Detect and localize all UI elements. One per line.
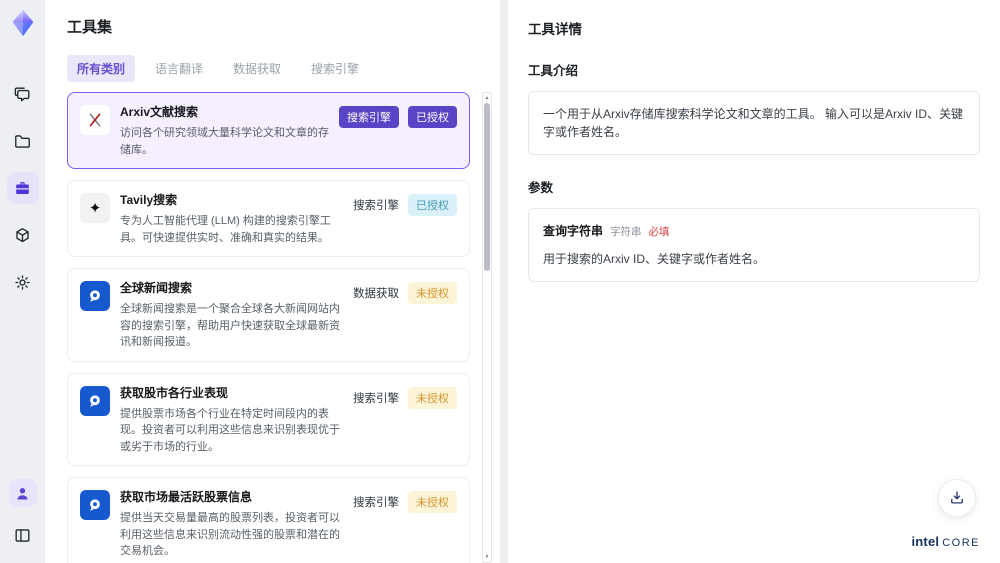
auth-status-badge: 未授权: [408, 491, 457, 513]
params-heading: 参数: [528, 181, 554, 195]
detail-title: 工具详情: [528, 22, 582, 37]
tab-all-categories[interactable]: 所有类别: [67, 55, 136, 82]
scroll-down-arrow[interactable]: ▼: [485, 554, 490, 560]
category-tabs: 所有类别 语言翻译 数据获取 搜索引擎: [67, 55, 500, 82]
tab-data-fetch[interactable]: 数据获取: [223, 55, 291, 82]
tool-description: 访问各个研究领域大量科学论文和文章的存储库。: [120, 127, 329, 156]
auth-status-badge: 未授权: [408, 282, 457, 304]
tool-detail-panel: 工具详情 工具介绍 一个用于从Arxiv存储库搜索科学论文和文章的工具。 输入可…: [508, 0, 1000, 563]
sidebar-bottom: [7, 479, 39, 551]
briefcase-icon: [16, 181, 29, 194]
tool-list-panel: 工具集 所有类别 语言翻译 数据获取 搜索引擎 Arxiv文献搜索 访问各个研究…: [45, 0, 500, 563]
tool-description: 全球新闻搜索是一个聚合全球各大新闻网站内容的搜索引擎，帮助用户快速获取全球最新资…: [120, 303, 340, 348]
tool-card-global-news[interactable]: 全球新闻搜索 全球新闻搜索是一个聚合全球各大新闻网站内容的搜索引擎，帮助用户快速…: [67, 268, 470, 362]
gear-icon: [15, 274, 30, 290]
category-label: 数据获取: [353, 288, 399, 300]
panel-layout-icon: [15, 528, 30, 542]
tab-language-translation[interactable]: 语言翻译: [145, 55, 213, 82]
tab-search-engine[interactable]: 搜索引擎: [301, 55, 369, 82]
tool-title: Arxiv文献搜索: [120, 105, 199, 119]
scrollbar-thumb[interactable]: [484, 103, 490, 271]
download-icon: [951, 491, 963, 504]
page-title: 工具集: [67, 19, 113, 36]
tool-title: 获取股市各行业表现: [120, 385, 229, 400]
auth-status-badge: 已授权: [408, 106, 457, 128]
param-type: 字符串: [610, 226, 642, 238]
category-label: 搜索引擎: [353, 497, 399, 509]
param-required-badge: 必填: [648, 226, 670, 238]
tool-intro-box: 一个用于从Arxiv存储库搜索科学论文和文章的工具。 输入可以是Arxiv ID…: [528, 91, 980, 155]
arxiv-logo-icon: [80, 105, 110, 135]
cube-icon: [16, 227, 29, 242]
user-icon: [17, 487, 28, 499]
tool-description: 提供当天交易量最高的股票列表，投资者可以利用这些信息来识别流动性强的股票和潜在的…: [120, 512, 340, 557]
sidebar-item-chat[interactable]: [7, 78, 39, 110]
sidebar-item-tools[interactable]: [6, 172, 39, 204]
app-logo[interactable]: [8, 8, 38, 38]
scroll-up-arrow[interactable]: ▲: [485, 95, 490, 101]
folder-icon: [15, 134, 30, 148]
chat-icon: [14, 86, 30, 102]
market-tool-logo-icon: [80, 490, 110, 520]
auth-status-badge: 未授权: [408, 386, 457, 409]
news-search-logo-icon: [80, 281, 110, 311]
tool-title: 全球新闻搜索: [120, 281, 193, 295]
category-label: 搜索引擎: [353, 200, 399, 212]
param-box: 查询字符串 字符串 必填 用于搜索的Arxiv ID、关键字或作者姓名。: [528, 208, 980, 282]
sidebar-item-collapse[interactable]: [7, 519, 39, 551]
intel-wordmark: intel: [911, 534, 940, 549]
sidebar-item-account[interactable]: [8, 479, 37, 507]
tool-title: Tavily搜索: [120, 193, 178, 207]
param-name: 查询字符串: [543, 224, 604, 238]
category-badge: 搜索引擎: [339, 106, 399, 128]
panel-divider: [500, 0, 508, 563]
core-wordmark: CORE: [942, 537, 980, 549]
tool-card-arxiv[interactable]: Arxiv文献搜索 访问各个研究领域大量科学论文和文章的存储库。 搜索引擎 已授…: [67, 92, 470, 169]
category-label: 搜索引擎: [353, 392, 399, 405]
tool-card-tavily[interactable]: ✦ Tavily搜索 专为人工智能代理 (LLM) 构建的搜索引擎工具。可快速提…: [67, 180, 470, 257]
market-tool-logo-icon: [80, 385, 110, 416]
tool-description: 专为人工智能代理 (LLM) 构建的搜索引擎工具。可快速提供实时、准确和真实的结…: [120, 215, 331, 244]
left-sidebar: [0, 0, 45, 563]
sidebar-nav: [6, 78, 39, 298]
sidebar-item-models[interactable]: [7, 219, 39, 251]
sidebar-item-settings[interactable]: [7, 266, 39, 298]
tool-card-list: Arxiv文献搜索 访问各个研究领域大量科学论文和文章的存储库。 搜索引擎 已授…: [67, 92, 500, 563]
param-description: 用于搜索的Arxiv ID、关键字或作者姓名。: [543, 251, 766, 266]
tool-title: 获取市场最活跃股票信息: [120, 490, 253, 504]
sidebar-item-files[interactable]: [7, 125, 39, 157]
download-button[interactable]: [938, 479, 976, 517]
list-scrollbar[interactable]: ▲ ▼: [482, 92, 492, 563]
intel-core-logo: intel CORE: [911, 534, 980, 549]
auth-status-badge: 已授权: [408, 194, 457, 216]
intro-heading: 工具介绍: [528, 64, 579, 78]
tool-description: 提供股票市场各个行业在特定时间段内的表现。投资者可以利用这些信息来识别表现优于或…: [120, 407, 340, 453]
tavily-logo-icon: ✦: [80, 193, 110, 223]
tool-card-sector-performance[interactable]: 获取股市各行业表现 提供股票市场各个行业在特定时间段内的表现。投资者可以利用这些…: [67, 372, 470, 466]
tool-card-active-stocks[interactable]: 获取市场最活跃股票信息 提供当天交易量最高的股票列表，投资者可以利用这些信息来识…: [67, 477, 470, 563]
